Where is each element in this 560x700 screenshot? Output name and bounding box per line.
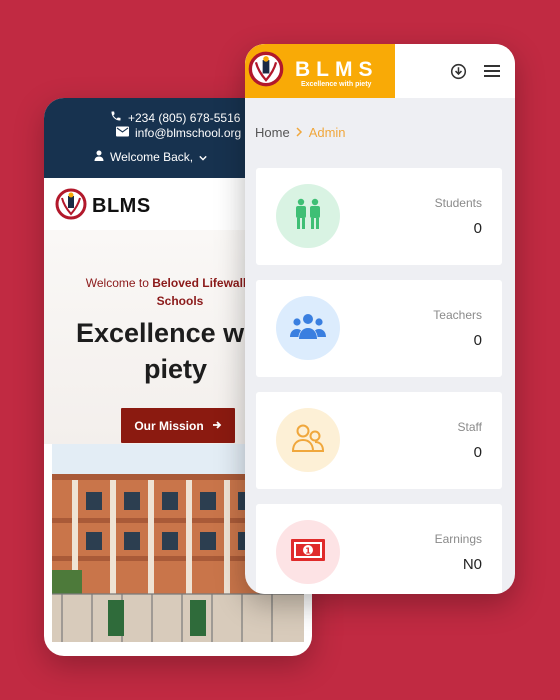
stat-label: Staff — [457, 420, 482, 434]
stat-card-earnings[interactable]: 1 Earnings N0 — [256, 504, 502, 594]
stat-value: N0 — [462, 556, 482, 573]
arrow-right-icon — [212, 419, 222, 433]
app-brand[interactable]: BLMS Excellence with piety — [245, 44, 395, 98]
stat-card-staff[interactable]: Staff 0 — [256, 392, 502, 489]
breadcrumb: Home Admin — [255, 125, 346, 140]
stat-value: 0 — [473, 332, 482, 349]
earnings-icon-circle: 1 — [276, 520, 340, 584]
chevron-right-icon — [296, 125, 303, 140]
app-tagline: Excellence with piety — [301, 81, 372, 88]
staff-icon-circle — [276, 408, 340, 472]
chevron-down-icon — [199, 150, 207, 164]
money-icon: 1 — [290, 538, 326, 567]
staff-icon — [291, 423, 325, 458]
our-mission-label: Our Mission — [134, 418, 204, 433]
teachers-icon — [290, 312, 326, 345]
students-icon — [291, 197, 325, 236]
welcome-label: Welcome Back, — [110, 150, 194, 164]
app-brand-name: BLMS — [295, 58, 379, 81]
hero-school-name-line2: Schools — [156, 294, 204, 308]
breadcrumb-current: Admin — [308, 125, 346, 140]
email-address: info@blmschool.org — [135, 126, 242, 140]
stat-card-teachers[interactable]: Teachers 0 — [256, 280, 502, 377]
stat-value: 0 — [473, 220, 482, 237]
dashboard-mobile-preview: BLMS Excellence with piety Home Admin St… — [245, 44, 515, 594]
students-icon-circle — [276, 184, 340, 248]
stat-label: Earnings — [434, 532, 482, 546]
school-logo-icon — [54, 188, 88, 225]
email-contact[interactable]: info@blmschool.org — [116, 126, 241, 140]
phone-contact[interactable]: +234 (805) 678-5516 — [110, 110, 240, 125]
stat-label: Teachers — [433, 308, 482, 322]
phone-number: +234 (805) 678-5516 — [128, 110, 241, 125]
stat-value: 0 — [473, 444, 482, 461]
svg-text:1: 1 — [305, 546, 311, 555]
site-brand-name: BLMS — [92, 195, 151, 217]
hero-welcome-prefix: Welcome to — [85, 276, 153, 290]
app-header: BLMS Excellence with piety — [245, 44, 515, 98]
download-icon[interactable] — [448, 61, 468, 81]
stat-card-students[interactable]: Students 0 — [256, 168, 502, 265]
welcome-dropdown[interactable]: Welcome Back, — [94, 150, 207, 164]
stat-label: Students — [434, 196, 482, 210]
breadcrumb-home[interactable]: Home — [255, 125, 290, 140]
phone-icon — [110, 110, 122, 125]
our-mission-button[interactable]: Our Mission — [121, 408, 235, 443]
mail-icon — [116, 126, 129, 140]
school-logo-icon — [247, 50, 285, 93]
user-icon — [94, 150, 104, 164]
teachers-icon-circle — [276, 296, 340, 360]
site-brand[interactable]: BLMS — [54, 188, 151, 225]
hamburger-menu-icon[interactable] — [482, 61, 502, 81]
